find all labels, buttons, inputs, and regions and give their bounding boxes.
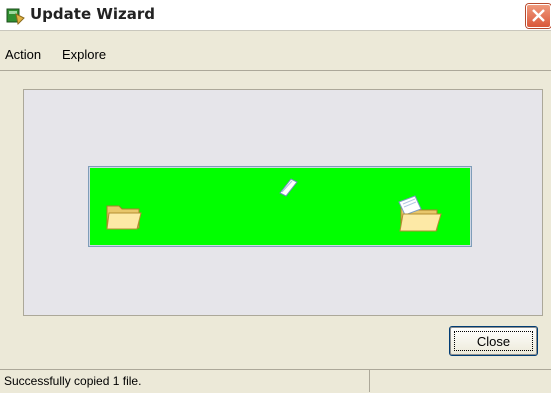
- copy-animation-area: [88, 166, 472, 247]
- update-wizard-window: Update Wizard Action Explore Close Succe…: [0, 0, 551, 392]
- window-close-button[interactable]: [526, 4, 551, 28]
- status-separator: [369, 370, 370, 392]
- title-bar[interactable]: Update Wizard: [0, 0, 551, 31]
- menu-action[interactable]: Action: [5, 47, 41, 62]
- window-title: Update Wizard: [30, 5, 156, 23]
- update-wizard-icon: [6, 6, 26, 26]
- menu-divider: [0, 70, 551, 71]
- focus-rect: [454, 331, 533, 351]
- close-icon: [532, 9, 545, 22]
- status-bar: Successfully copied 1 file.: [0, 369, 551, 393]
- folder-with-document-icon: [393, 193, 443, 238]
- close-button[interactable]: Close: [449, 326, 538, 356]
- folder-icon: [105, 201, 143, 236]
- status-text: Successfully copied 1 file.: [4, 374, 142, 388]
- menu-bar: Action Explore: [0, 44, 551, 66]
- menu-explore[interactable]: Explore: [62, 47, 106, 62]
- flying-document-icon: [277, 175, 299, 202]
